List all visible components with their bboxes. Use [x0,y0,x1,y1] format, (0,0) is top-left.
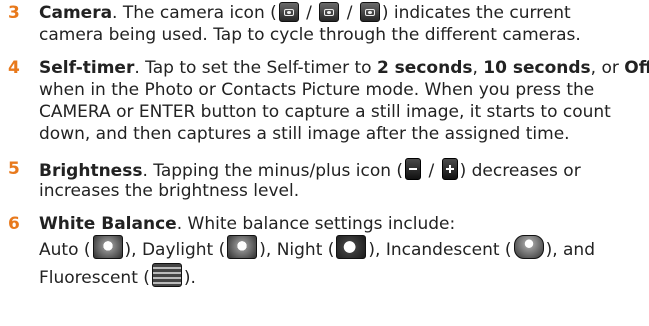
item-title: Brightness [39,161,143,181]
minus-icon [405,158,422,180]
auto-white-balance-icon [92,235,123,259]
item-text: White Balance. White balance settings in… [39,214,595,288]
daylight-icon [227,235,258,259]
item-text: Brightness. Tapping the minus/plus icon … [39,158,644,202]
incandescent-icon [513,235,544,259]
item-number: 4 [8,58,20,78]
item-number: 6 [8,214,20,234]
camera-icon [319,2,340,22]
item-number: 3 [8,3,20,23]
plus-icon [441,158,458,180]
item-text: Self-timer. Tap to set the Self-timer to… [39,58,649,144]
item-title: Self-timer [39,58,135,78]
camera-icon [278,2,299,22]
fluorescent-icon [151,263,182,287]
item-number: 5 [8,159,20,179]
item-title: Camera [39,3,113,23]
camera-icon [359,2,380,22]
item-text: Camera. The camera icon ( / / ) indicate… [39,2,581,45]
item-title: White Balance [39,214,177,234]
night-icon [336,235,367,259]
